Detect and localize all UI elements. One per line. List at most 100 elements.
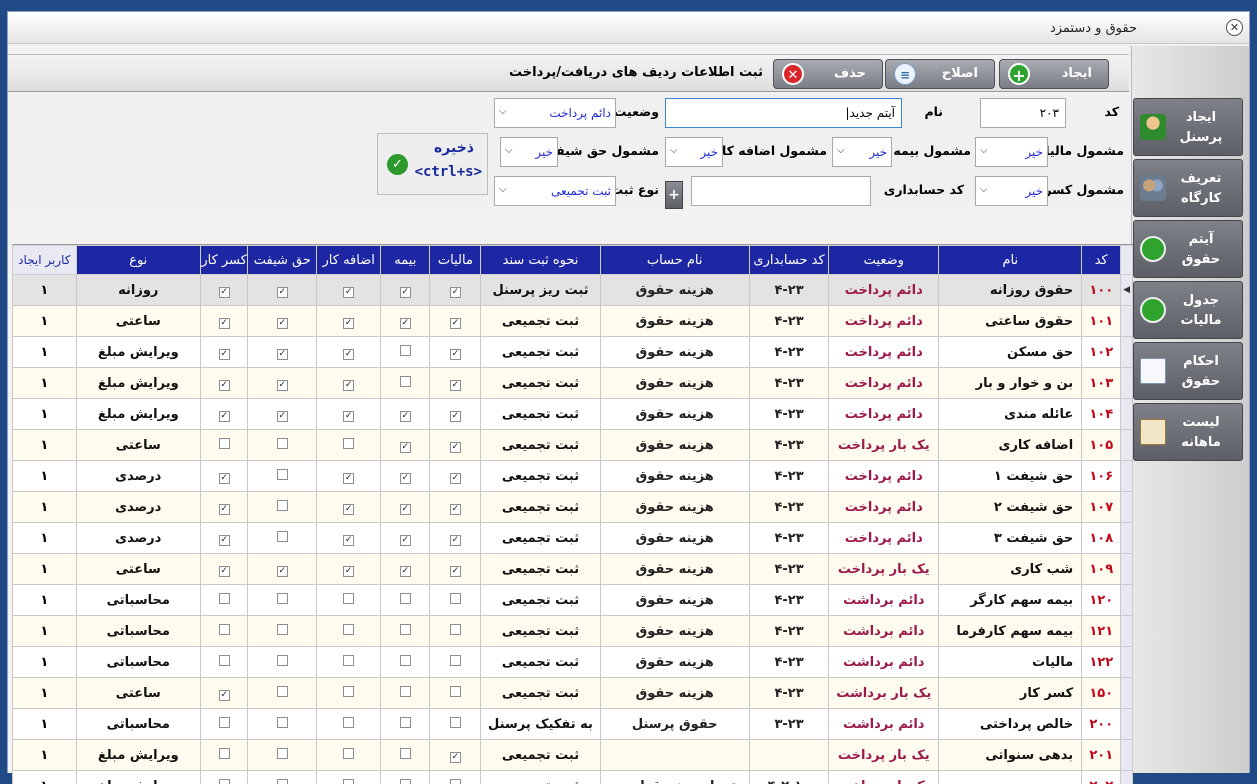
sidebar-item-2[interactable]: تعریف کارگاه bbox=[1133, 159, 1243, 217]
ded-cell[interactable]: ✓ bbox=[199, 305, 249, 337]
type-cell[interactable]: درصدی bbox=[75, 491, 201, 523]
column-header[interactable]: نام bbox=[938, 245, 1083, 275]
tax-cell[interactable] bbox=[429, 770, 482, 784]
ot-cell[interactable] bbox=[316, 739, 382, 771]
code-cell[interactable]: ۱۰۸ bbox=[1081, 522, 1122, 554]
ins-cell[interactable]: ✓ bbox=[380, 398, 431, 430]
column-header[interactable]: نحوه ثبت سند bbox=[480, 245, 601, 275]
checkbox[interactable]: ✓ bbox=[343, 286, 355, 298]
table-row[interactable]: ۲۰۰ خالص پرداختی دائم برداشت ۳-۲۳ حقوق پرسنل… bbox=[12, 708, 1133, 740]
row-indicator[interactable] bbox=[1120, 491, 1133, 523]
reg-type-select[interactable]: ثبت تجمیعی ⌵ bbox=[494, 176, 616, 206]
checkbox[interactable] bbox=[343, 778, 355, 784]
checkbox[interactable]: ✓ bbox=[343, 565, 355, 577]
ded-cell[interactable] bbox=[199, 739, 249, 771]
shift-cell[interactable] bbox=[247, 677, 318, 709]
name-cell[interactable]: مالیات bbox=[938, 646, 1083, 678]
checkbox[interactable] bbox=[276, 592, 288, 604]
table-row[interactable]: ۲۰۱ بدهی سنواتی یک بار پرداخت ثبت تجمیعی ✓ وی… bbox=[12, 739, 1133, 771]
type-cell[interactable]: ساعتی bbox=[75, 429, 201, 461]
row-indicator[interactable] bbox=[1120, 770, 1133, 784]
acct_code-cell[interactable]: ۴-۲۳ bbox=[748, 367, 830, 399]
acct_name-cell[interactable]: حقوق پرسنل bbox=[599, 708, 750, 740]
checkbox[interactable] bbox=[218, 716, 230, 728]
type-cell[interactable]: ساعتی bbox=[75, 677, 201, 709]
user-cell[interactable]: ۱ bbox=[12, 646, 77, 678]
checkbox[interactable]: ✓ bbox=[276, 565, 288, 577]
acct_code-cell[interactable]: ۴-۲۳ bbox=[748, 553, 830, 585]
doc-cell[interactable]: ثبت تجمیعی bbox=[480, 584, 601, 616]
tax-cell[interactable]: ✓ bbox=[429, 367, 482, 399]
checkbox[interactable] bbox=[399, 654, 411, 666]
ins-cell[interactable] bbox=[380, 677, 431, 709]
user-cell[interactable]: ۱ bbox=[12, 770, 77, 784]
row-indicator[interactable] bbox=[1120, 336, 1133, 368]
checkbox[interactable] bbox=[343, 654, 355, 666]
close-icon[interactable]: ✕ bbox=[1226, 19, 1243, 36]
checkbox[interactable] bbox=[276, 685, 288, 697]
row-indicator[interactable] bbox=[1120, 739, 1133, 771]
ded-cell[interactable] bbox=[199, 584, 249, 616]
ot-cell[interactable] bbox=[316, 770, 382, 784]
checkbox[interactable] bbox=[343, 747, 355, 759]
row-indicator[interactable] bbox=[1120, 708, 1133, 740]
ot-cell[interactable] bbox=[316, 646, 382, 678]
tax-cell[interactable] bbox=[429, 584, 482, 616]
acct_code-cell[interactable] bbox=[748, 739, 830, 771]
shift-cell[interactable] bbox=[247, 522, 318, 554]
shift-cell[interactable] bbox=[247, 646, 318, 678]
type-cell[interactable]: ویرایش مبلغ bbox=[75, 336, 201, 368]
acct_code-cell[interactable]: ۴-۲۳ bbox=[748, 305, 830, 337]
checkbox[interactable]: ✓ bbox=[276, 379, 288, 391]
checkbox[interactable] bbox=[218, 437, 230, 449]
checkbox[interactable]: ✓ bbox=[343, 379, 355, 391]
acct_code-cell[interactable]: ۴-۲۳ bbox=[748, 615, 830, 647]
checkbox[interactable] bbox=[343, 623, 355, 635]
ded-cell[interactable]: ✓ bbox=[199, 553, 249, 585]
sidebar-item-1[interactable]: ایجاد پرسنل bbox=[1133, 98, 1243, 156]
column-header[interactable]: وضعیت bbox=[828, 245, 940, 275]
acct_code-cell[interactable]: ۴-۲۳ bbox=[748, 429, 830, 461]
checkbox[interactable] bbox=[399, 623, 411, 635]
ded-cell[interactable]: ✓ bbox=[199, 367, 249, 399]
checkbox[interactable]: ✓ bbox=[399, 565, 411, 577]
code-cell[interactable]: ۱۰۴ bbox=[1081, 398, 1122, 430]
acct_code-cell[interactable]: ۴-۲۳ bbox=[748, 677, 830, 709]
ded-cell[interactable]: ✓ bbox=[199, 336, 249, 368]
acct_name-cell[interactable]: تهران صندوق ارزی bbox=[599, 770, 750, 784]
ded-cell[interactable] bbox=[199, 646, 249, 678]
type-cell[interactable]: ویرایش مبلغ bbox=[75, 398, 201, 430]
column-header[interactable]: کد حسابداری bbox=[748, 245, 830, 275]
deduction-select[interactable]: خیر ⌵ bbox=[975, 176, 1048, 206]
type-cell[interactable]: محاسباتی bbox=[75, 615, 201, 647]
name-cell[interactable]: بن و خوار و بار bbox=[938, 367, 1083, 399]
checkbox[interactable] bbox=[218, 747, 230, 759]
checkbox[interactable] bbox=[218, 592, 230, 604]
status-cell[interactable]: دائم پرداخت bbox=[828, 274, 940, 306]
code-cell[interactable]: ۱۰۵ bbox=[1081, 429, 1122, 461]
tax-cell[interactable] bbox=[429, 677, 482, 709]
checkbox[interactable] bbox=[276, 747, 288, 759]
checkbox[interactable] bbox=[276, 530, 288, 542]
ot-cell[interactable]: ✓ bbox=[316, 553, 382, 585]
status-cell[interactable]: دائم پرداخت bbox=[828, 491, 940, 523]
checkbox[interactable]: ✓ bbox=[449, 472, 461, 484]
edit-button[interactable]: اصلاح ≡ bbox=[885, 59, 995, 89]
add-account-button[interactable]: + bbox=[665, 181, 683, 209]
tax-cell[interactable]: ✓ bbox=[429, 429, 482, 461]
column-header[interactable]: کاربر ایجاد bbox=[12, 245, 77, 275]
ded-cell[interactable]: ✓ bbox=[199, 274, 249, 306]
shift-cell[interactable] bbox=[247, 739, 318, 771]
table-row[interactable]: ۲۰۲جدیدیک بار پرداخت۴-۲-۱۰تهران صندوق ار… bbox=[12, 770, 1133, 784]
ins-cell[interactable] bbox=[380, 708, 431, 740]
checkbox[interactable]: ✓ bbox=[399, 441, 411, 453]
acct_name-cell[interactable]: هزینه حقوق bbox=[599, 553, 750, 585]
acct_code-cell[interactable]: ۴-۲۳ bbox=[748, 274, 830, 306]
tax-cell[interactable]: ✓ bbox=[429, 398, 482, 430]
doc-cell[interactable]: ثبت ریز پرسنل bbox=[480, 274, 601, 306]
shift-cell[interactable] bbox=[247, 615, 318, 647]
checkbox[interactable] bbox=[449, 623, 461, 635]
code-cell[interactable]: ۱۰۹ bbox=[1081, 553, 1122, 585]
ot-cell[interactable]: ✓ bbox=[316, 491, 382, 523]
shift-cell[interactable] bbox=[247, 460, 318, 492]
